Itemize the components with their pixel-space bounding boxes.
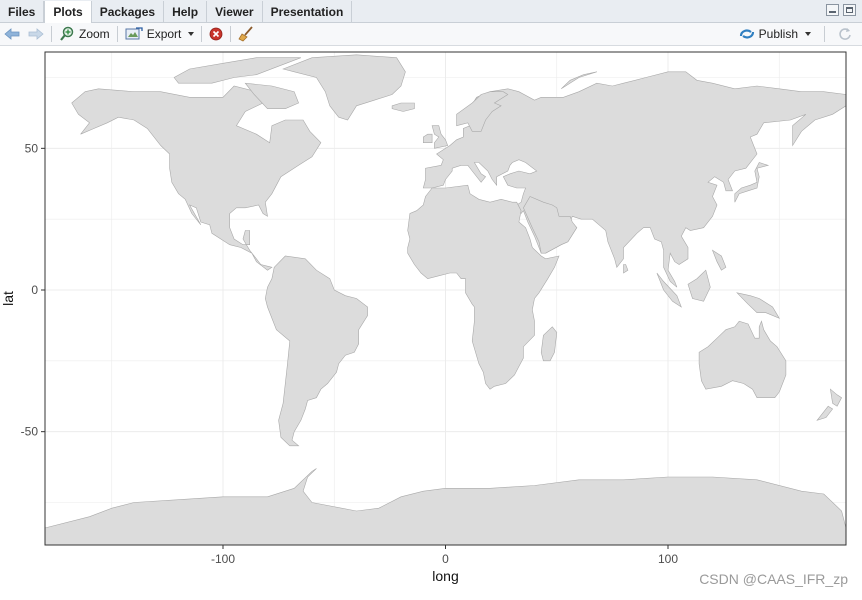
pane-window-controls xyxy=(826,4,856,16)
toolbar-divider xyxy=(51,26,52,42)
back-plot-button[interactable] xyxy=(0,24,24,44)
plots-toolbar: Zoom Export Publish xyxy=(0,23,862,46)
toolbar-divider xyxy=(116,26,118,42)
y-tick-label: 50 xyxy=(25,141,39,155)
y-axis-label: lat xyxy=(0,291,16,306)
world-map-plot: -100 0 100 -50 0 50 long lat xyxy=(0,51,847,584)
export-label: Export xyxy=(146,27,182,41)
minimize-pane-button[interactable] xyxy=(826,4,839,16)
chevron-down-icon xyxy=(805,32,811,36)
pane-tab-bar: Files Plots Packages Help Viewer Present… xyxy=(0,0,862,23)
toolbar-right-group: Publish xyxy=(735,24,856,44)
remove-plot-button[interactable] xyxy=(205,24,227,44)
tab-files[interactable]: Files xyxy=(0,1,45,22)
tab-plots[interactable]: Plots xyxy=(44,1,92,23)
tab-help[interactable]: Help xyxy=(164,1,208,22)
tab-packages[interactable]: Packages xyxy=(92,1,165,22)
watermark: CSDN @CAAS_IFR_zp xyxy=(699,571,848,587)
tab-viewer[interactable]: Viewer xyxy=(207,1,263,22)
toolbar-divider xyxy=(824,26,825,42)
publish-icon xyxy=(739,29,754,39)
export-menu-button[interactable]: Export xyxy=(121,24,199,44)
zoom-icon xyxy=(60,26,74,41)
forward-plot-button[interactable] xyxy=(24,24,48,44)
refresh-icon xyxy=(839,28,851,40)
clear-all-plots-button[interactable] xyxy=(234,24,258,44)
plot-viewer: -100 0 100 -50 0 50 long lat CSDN @CAAS_IFR_z… xyxy=(0,46,862,595)
publish-button[interactable]: Publish xyxy=(735,24,815,44)
tab-presentation[interactable]: Presentation xyxy=(263,1,353,22)
y-tick-label: 0 xyxy=(31,283,38,297)
toolbar-divider xyxy=(201,26,203,42)
x-tick-label: 100 xyxy=(658,552,678,566)
arrow-left-icon xyxy=(4,28,20,40)
broom-icon xyxy=(238,26,254,42)
chevron-down-icon xyxy=(188,32,195,36)
zoom-label: Zoom xyxy=(79,27,110,41)
y-tick-label: -50 xyxy=(21,425,39,439)
remove-plot-icon xyxy=(209,27,223,41)
x-tick-label: -100 xyxy=(211,552,235,566)
zoom-button[interactable]: Zoom xyxy=(55,24,114,44)
toolbar-divider xyxy=(230,26,232,42)
maximize-pane-button[interactable] xyxy=(843,4,856,16)
x-tick-label: 0 xyxy=(442,552,449,566)
refresh-button[interactable] xyxy=(834,24,856,44)
plots-pane: Files Plots Packages Help Viewer Present… xyxy=(0,0,862,595)
export-icon xyxy=(125,27,143,40)
x-axis-label: long xyxy=(432,568,458,584)
arrow-right-icon xyxy=(28,28,44,40)
publish-label: Publish xyxy=(758,27,798,41)
